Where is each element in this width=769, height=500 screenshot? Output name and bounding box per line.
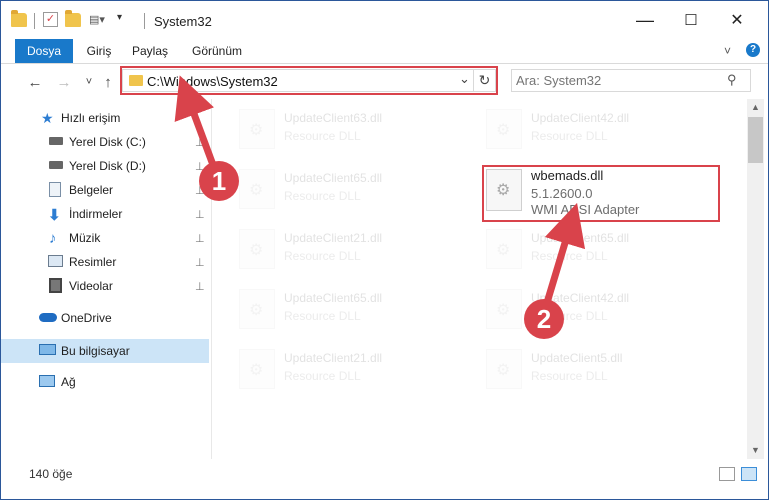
explorer-window: ✓ ▤▾ ▾ System32 — ☐ ✕ Dosya Giriş Paylaş…: [0, 0, 769, 500]
annotation-arrows: [174, 75, 586, 308]
callout-2: 2: [524, 299, 564, 339]
arrow-2: [542, 202, 586, 308]
callout-1: 1: [199, 161, 239, 201]
